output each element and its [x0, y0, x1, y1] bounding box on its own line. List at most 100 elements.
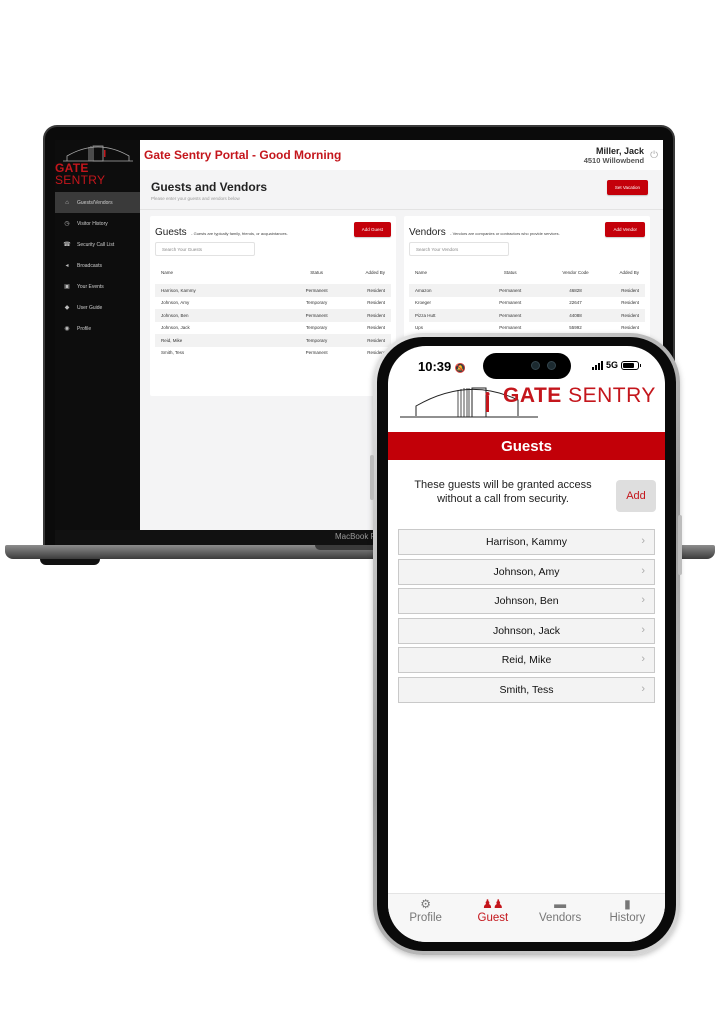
guests-table: Name Status Added By Harrison, Kammy Perm… — [155, 260, 391, 359]
vendor-added-by-cell: Resident — [621, 312, 639, 318]
chevron-right-icon: › — [641, 535, 645, 547]
logo-text: GATE SENTRY — [503, 384, 656, 407]
guests-panel-description: - Guests are typically family, friends, … — [191, 231, 288, 236]
vendor-status-cell: Permanent — [499, 300, 522, 306]
vendor-name-cell: Kroeger — [415, 300, 432, 306]
power-icon[interactable]: ⏻ — [650, 150, 658, 161]
guest-name: Johnson, Ben — [494, 595, 559, 608]
signal-indicators: 5G — [591, 360, 641, 370]
column-header-status[interactable]: Status — [282, 260, 351, 284]
set-vacation-button[interactable]: Set Vacation — [606, 180, 648, 195]
guest-added-by-cell: Resident — [367, 325, 385, 331]
guests-panel: Guests - Guests are typically family, fr… — [150, 216, 396, 396]
guest-list-item[interactable]: Smith, Tess › — [398, 676, 655, 703]
sidebar-item-label: Broadcasts — [77, 262, 103, 269]
screen-title: Guests — [388, 432, 665, 460]
gate-logo-icon — [62, 145, 133, 162]
vendor-code-cell: 22647 — [569, 300, 582, 306]
guest-added-by-cell: Resident — [367, 312, 385, 318]
guest-name: Smith, Tess — [499, 683, 554, 696]
signal-bars-icon — [591, 360, 603, 370]
sidebar-item-label: Visitor History — [77, 220, 108, 227]
user-name: Miller, Jack — [596, 145, 645, 156]
vendor-table-row[interactable]: Kroeger Permanent 22647 Resident — [409, 297, 645, 310]
add-guest-button[interactable]: Add — [616, 480, 656, 512]
tab-history[interactable]: ▮ History — [596, 897, 658, 942]
phone-screen: 10:39 🔕 5G GATE SENTRY Guests These gues… — [388, 346, 665, 942]
sidebar-item-guests-vendors[interactable]: ⌂ Guests/Vendors — [55, 192, 140, 213]
guest-status-cell: Permanent — [305, 287, 328, 293]
sidebar-item-label: Guests/Vendors — [77, 199, 113, 206]
guest-list-item[interactable]: Johnson, Ben › — [398, 588, 655, 615]
guest-list-item[interactable]: Reid, Mike › — [398, 647, 655, 674]
chevron-right-icon: › — [641, 682, 645, 695]
sidebar-item-user-guide[interactable]: ◆ User Guide — [55, 297, 140, 318]
gate-sentry-logo: GATE SENTRY — [398, 378, 658, 422]
sidebar: GATE SENTRY ⌂ Guests/Vendors ◷ Visitor His… — [55, 140, 140, 530]
column-header-name[interactable]: Name — [409, 260, 481, 284]
vendor-search-input[interactable]: Search Your Vendors — [409, 242, 509, 256]
sidebar-item-label: User Guide — [77, 304, 103, 311]
guest-added-by-cell: Resident — [367, 300, 385, 306]
column-header-vendor-code[interactable]: Vendor Code — [540, 260, 611, 284]
guest-list-item[interactable]: Johnson, Jack › — [398, 617, 655, 644]
tab-profile[interactable]: ⚙ Profile — [395, 897, 457, 942]
sidebar-item-your-events[interactable]: ▣ Your Events — [55, 276, 140, 297]
guest-table-row[interactable]: Smith, Tess Permanent Resident — [155, 347, 391, 360]
sidebar-logo: GATE SENTRY — [55, 140, 140, 192]
column-header-status[interactable]: Status — [481, 260, 540, 284]
calendar-icon: ▣ — [64, 284, 70, 290]
vendor-table-row[interactable]: Pizza Hutt Permanent 44088 Resident — [409, 309, 645, 322]
network-label: 5G — [605, 360, 618, 370]
silent-bell-icon: 🔕 — [454, 363, 467, 373]
add-vendor-button[interactable]: Add Vendor — [605, 222, 645, 237]
chevron-right-icon: › — [641, 623, 645, 636]
guest-table-row[interactable]: Johnson, Jack Temporary Resident — [155, 322, 391, 335]
vendor-table-row[interactable]: Amazon Permanent 46828 Resident — [409, 284, 645, 297]
guest-table-row[interactable]: Reid, Mike Temporary Resident — [155, 334, 391, 347]
column-header-name[interactable]: Name — [155, 260, 282, 284]
guest-name-cell: Harrison, Kammy — [161, 287, 196, 293]
guest-table-row[interactable]: Harrison, Kammy Permanent Resident — [155, 284, 391, 297]
vendor-status-cell: Permanent — [499, 287, 522, 293]
lock-icon: ⌂ — [65, 199, 69, 206]
sidebar-item-visitor-history[interactable]: ◷ Visitor History — [55, 213, 140, 234]
clock-icon: ◷ — [64, 221, 70, 227]
guest-added-by-cell: Resident — [367, 337, 385, 343]
sidebar-item-profile[interactable]: ◉ Profile — [55, 318, 140, 339]
guest-list-item[interactable]: Harrison, Kammy › — [398, 529, 655, 555]
guest-status-cell: Temporary — [306, 337, 328, 343]
sidebar-item-security-call-list[interactable]: ☎ Security Call List — [55, 234, 140, 255]
page-title: Guests and Vendors — [151, 180, 268, 194]
dynamic-island — [483, 353, 571, 379]
top-bar: Gate Sentry Portal - Good Morning Miller… — [140, 140, 663, 170]
guest-name-cell: Reid, Mike — [161, 337, 183, 343]
guest-table-row[interactable]: Johnson, Amy Temporary Resident — [155, 297, 391, 310]
guest-search-input[interactable]: Search Your Guests — [155, 242, 255, 256]
guest-table-row[interactable]: Johnson, Ben Permanent Resident — [155, 309, 391, 322]
sidebar-item-label: Profile — [77, 325, 92, 332]
page-header: Guests and Vendors Please enter your gue… — [140, 170, 663, 210]
sidebar-item-broadcasts[interactable]: ◂ Broadcasts — [55, 255, 140, 276]
vendors-panel-title: Vendors — [409, 227, 446, 238]
guest-added-by-cell: Resident — [367, 287, 385, 293]
chevron-right-icon: › — [641, 564, 645, 577]
sidebar-logo-text: GATE SENTRY — [55, 161, 106, 187]
tab-bar: ⚙ Profile ♟♟ Guest ▬ Vendors ▮ History — [388, 893, 665, 942]
camera-icon — [547, 361, 556, 370]
column-header-added-by[interactable]: Added By — [611, 260, 645, 284]
column-header-added-by[interactable]: Added By — [351, 260, 391, 284]
chevron-right-icon: › — [641, 653, 645, 666]
vendor-added-by-cell: Resident — [621, 300, 639, 306]
tab-guest[interactable]: ♟♟ Guest — [462, 897, 524, 942]
guest-list-item[interactable]: Johnson, Amy › — [398, 558, 655, 585]
power-side-button — [678, 515, 682, 575]
tab-vendors[interactable]: ▬ Vendors — [529, 897, 591, 942]
vendor-code-cell: 46828 — [569, 287, 582, 293]
laptop-foot — [40, 559, 100, 565]
vendor-status-cell: Permanent — [499, 312, 522, 318]
camera-icon — [531, 361, 540, 370]
user-circle-icon: ◉ — [64, 326, 70, 332]
guest-name: Harrison, Kammy — [485, 536, 568, 548]
add-guest-button[interactable]: Add Guest — [353, 222, 391, 237]
